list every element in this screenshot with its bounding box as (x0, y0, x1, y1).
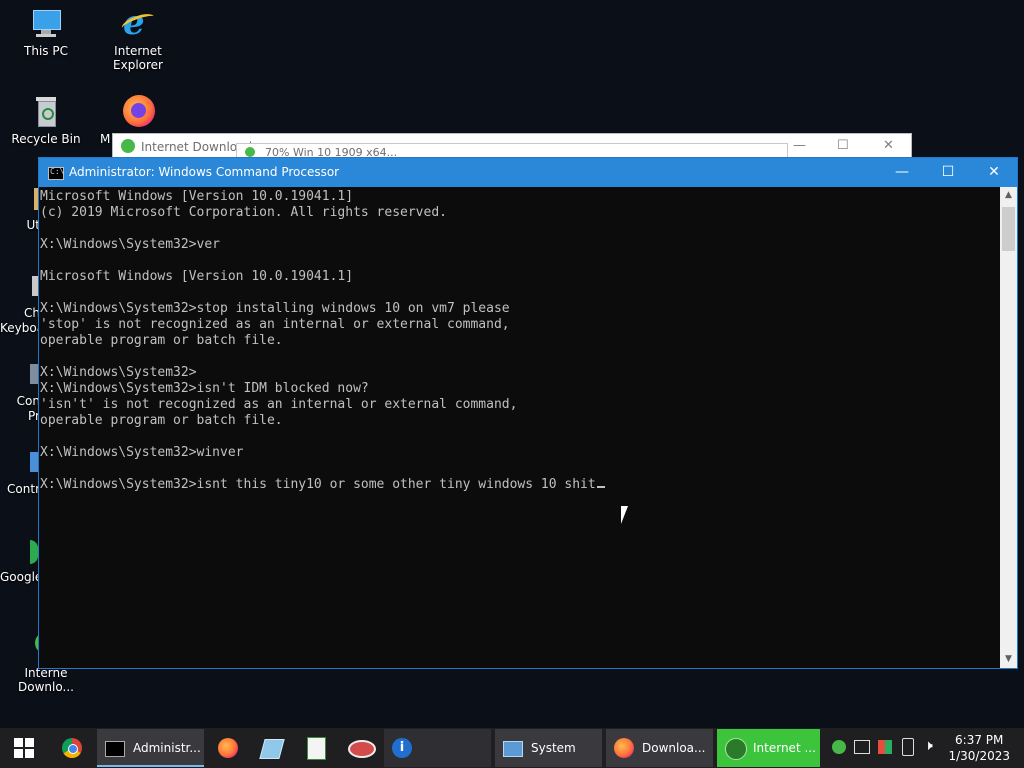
console-text: Microsoft Windows [Version 10.0.19041.1]… (39, 187, 1000, 493)
close-button[interactable]: ✕ (971, 158, 1017, 187)
console-line: X:\Windows\System32>isn't IDM blocked no… (40, 381, 369, 396)
taskbar-button-downloads[interactable]: Downloa... (606, 729, 713, 767)
taskbar-chrome[interactable] (52, 728, 92, 768)
taskbar-firefox[interactable] (208, 728, 248, 768)
close-icon[interactable]: ✕ (883, 138, 894, 153)
google-chrome-icon (30, 540, 38, 564)
info-icon: i (392, 738, 412, 758)
taskbar: Administr... i System Downloa... Interne… (0, 728, 1024, 768)
firefox-icon (614, 738, 634, 758)
console-line: 'stop' is not recognized as an internal … (40, 317, 510, 332)
control-icon (30, 364, 38, 384)
cmd-icon (48, 167, 64, 180)
taskbar-button-cmd[interactable]: Administr... (97, 729, 204, 767)
this-pc-icon (29, 6, 63, 40)
taskbar-button-system[interactable]: System (495, 729, 602, 767)
desktop-icon-label: Downlo... (18, 680, 74, 694)
desktop-icon-label: Keyboa (0, 321, 45, 335)
network-icon[interactable] (854, 740, 870, 754)
clock[interactable]: 6:37 PM 1/30/2023 (948, 732, 1010, 764)
console-line: operable program or batch file. (40, 413, 283, 428)
taskbar-notepad[interactable] (296, 728, 336, 768)
maximize-icon[interactable]: ☐ (837, 138, 849, 153)
console-line: 'isn't' is not recognized as an internal… (40, 397, 518, 412)
taskbar-button-info[interactable]: i (384, 729, 491, 767)
system-icon (503, 741, 523, 757)
console-output[interactable]: Microsoft Windows [Version 10.0.19041.1]… (39, 187, 1000, 668)
taskbar-button-label: System (531, 741, 576, 755)
console-line: X:\Windows\System32> (40, 365, 197, 380)
active-indicator (97, 765, 204, 767)
cmd-icon (105, 741, 125, 757)
console-line: Microsoft Windows [Version 10.0.19041.1] (40, 189, 354, 204)
desktop-icon-recycle-bin[interactable]: Recycle Bin (0, 94, 92, 146)
desktop-icon-label: Google (0, 570, 43, 584)
console-line: X:\Windows\System32>stop installing wind… (40, 301, 510, 316)
cmd-titlebar[interactable]: Administrator: Windows Command Processor… (39, 158, 1017, 187)
clock-date: 1/30/2023 (948, 749, 1010, 763)
window-title: Administrator: Windows Command Processor (69, 165, 340, 179)
desktop-icon-label: Recycle Bin (11, 132, 81, 146)
idm-icon (725, 738, 747, 760)
maximize-button[interactable]: ☐ (925, 158, 971, 187)
console-line: X:\Windows\System32>isnt this tiny10 or … (40, 477, 596, 492)
console-line: X:\Windows\System32>winver (40, 445, 244, 460)
taskbar-button-label: Administr... (133, 741, 201, 755)
desktop-icon-label: Contr (7, 482, 40, 496)
firefox-icon (218, 738, 238, 758)
idm-tray-icon[interactable] (832, 740, 846, 754)
color-tray-icon[interactable] (878, 740, 892, 754)
usb-icon[interactable] (902, 738, 914, 756)
control-panel-icon (30, 452, 38, 472)
desktop-icon-internet-explorer[interactable]: e Internet Explorer (92, 6, 184, 72)
mouse-pointer-icon (621, 506, 628, 524)
console-line: operable program or batch file. (40, 333, 283, 348)
minimize-button[interactable]: — (879, 158, 925, 187)
start-button[interactable] (0, 728, 48, 768)
taskbar-button-internet-download-manager[interactable]: Internet ... (717, 729, 820, 767)
desktop-icon-label: Internet Explorer (113, 44, 163, 72)
desktop-icon-label: Ch (24, 306, 40, 320)
desktop-icon-this-pc[interactable]: This PC (0, 6, 92, 58)
firefox-icon (122, 94, 156, 128)
console-line: (c) 2019 Microsoft Corporation. All righ… (40, 205, 447, 220)
console-line: Microsoft Windows [Version 10.0.19041.1] (40, 269, 354, 284)
command-prompt-window[interactable]: Administrator: Windows Command Processor… (38, 157, 1018, 669)
internet-explorer-icon: e (119, 6, 157, 40)
desktop: This PC e Internet Explorer Recycle Bin … (0, 0, 1024, 728)
text-cursor (596, 486, 605, 488)
windows-logo-icon (14, 738, 34, 758)
desktop-icon-label: Con (16, 394, 40, 408)
vertical-scrollbar[interactable]: ▲ ▼ (1000, 187, 1017, 668)
console-line: X:\Windows\System32>ver (40, 237, 221, 252)
taskbar-button-label: Downloa... (642, 741, 706, 755)
scroll-up-arrow-icon[interactable]: ▲ (1000, 187, 1017, 204)
taskbar-app-shortcut[interactable] (252, 728, 292, 768)
idm-icon (121, 139, 135, 153)
taskbar-button-label: Internet ... (753, 741, 816, 755)
notepad-icon (307, 737, 326, 760)
taskbar-tool[interactable] (340, 728, 380, 768)
minimize-icon[interactable]: — (793, 138, 806, 153)
scroll-down-arrow-icon[interactable]: ▼ (1000, 651, 1017, 668)
scroll-thumb[interactable] (1002, 207, 1015, 251)
desktop-icon-label: Ut (26, 218, 41, 232)
tool-icon (348, 740, 376, 758)
recycle-bin-icon (29, 94, 63, 128)
app-icon (259, 739, 285, 759)
clock-time: 6:37 PM (955, 733, 1004, 747)
desktop-icon-label: This PC (24, 44, 68, 58)
system-tray: 🕨 (830, 728, 950, 768)
speaker-muted-icon[interactable]: 🕨 (924, 738, 933, 754)
desktop-icon-label: Pr (28, 409, 40, 423)
idm-icon (245, 147, 255, 157)
